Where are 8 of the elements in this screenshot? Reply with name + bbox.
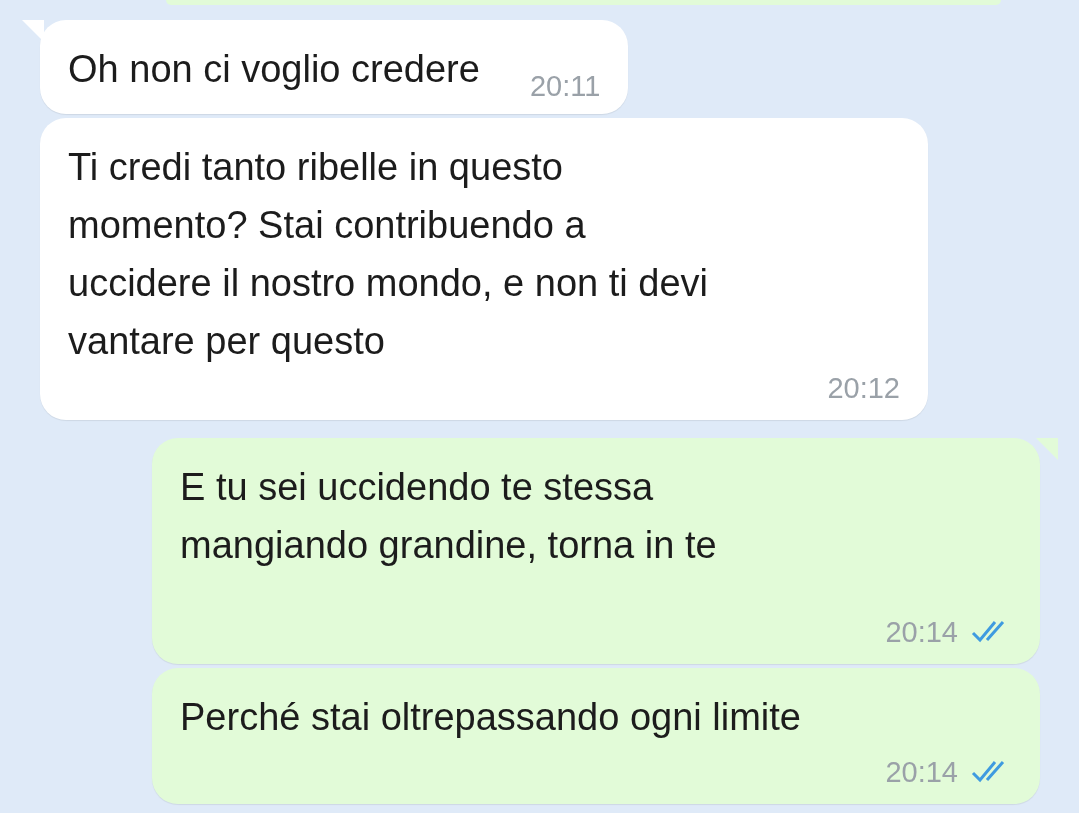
message-time: 20:14 [885,615,958,650]
message-text: Perché stai oltrepassando ogni limite [180,695,802,740]
message-time: 20:12 [827,371,900,406]
message-time: 20:11 [529,69,601,104]
message-text: E tu sei uccidendo te stessa mangiando grandine, torna in te [180,465,718,568]
message-time: 20:14 [885,755,958,790]
message-text: Oh non ci voglio credere [68,47,480,92]
message-text: Ti credi tanto ribelle in questo momento? Stai contribuendo a uccidere il nostro mondo, e non ti devi vantare per questo [68,145,710,364]
